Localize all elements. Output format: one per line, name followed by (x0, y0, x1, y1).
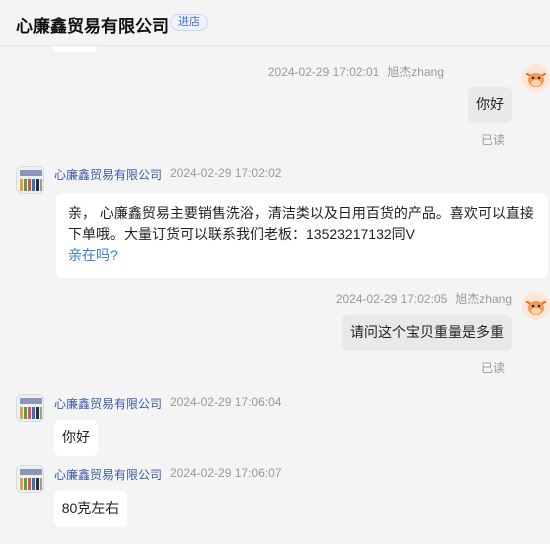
sender-name: 旭杰zhang (455, 292, 512, 306)
shop-logo-icon (17, 395, 43, 421)
shop-sender-name[interactable]: 心廉鑫贸易有限公司 (54, 395, 162, 412)
quick-reply-link[interactable]: 亲在吗? (68, 245, 536, 266)
user-avatar[interactable] (522, 64, 550, 92)
read-status: 已读 (481, 361, 506, 375)
shop-logo-icon (17, 466, 43, 492)
message-text: 亲， 心廉鑫贸易主要销售洗浴，清洁类以及日用百货的产品。喜欢可以直接下单哦。大量… (68, 205, 534, 242)
message-time: 2024-02-29 17:06:04 (170, 395, 282, 409)
message-meta: 2024-02-29 17:02:05 旭杰zhang (336, 290, 512, 307)
previous-message-bubble (53, 46, 97, 52)
enter-shop-button[interactable]: 进店 (170, 14, 208, 31)
my-message-bubble[interactable]: 你好 (468, 87, 512, 123)
shop-message-bubble[interactable]: 80克左右 (54, 491, 127, 527)
message-time: 2024-02-29 17:02:02 (170, 166, 282, 180)
chat-header: 心廉鑫贸易有限公司 进店 (0, 0, 550, 46)
shop-message-bubble[interactable]: 你好 (54, 420, 98, 456)
user-avatar[interactable] (522, 292, 550, 320)
message-meta: 2024-02-29 17:02:01 旭杰zhang (268, 63, 444, 80)
shop-sender-name[interactable]: 心廉鑫贸易有限公司 (54, 166, 162, 183)
my-message-bubble[interactable]: 请问这个宝贝重量是多重 (342, 315, 512, 351)
shop-avatar[interactable] (16, 465, 44, 493)
shop-sender-name[interactable]: 心廉鑫贸易有限公司 (54, 466, 162, 483)
cow-avatar-icon (522, 64, 550, 92)
shop-avatar[interactable] (16, 394, 44, 422)
shop-logo-icon (17, 167, 43, 193)
cow-avatar-icon (522, 292, 550, 320)
message-time: 2024-02-29 17:06:07 (170, 466, 282, 480)
sender-name: 旭杰zhang (387, 65, 444, 79)
shop-avatar[interactable] (16, 166, 44, 194)
message-time: 2024-02-29 17:02:05 (335, 292, 448, 306)
message-time: 2024-02-29 17:02:01 (267, 65, 380, 79)
shop-message-bubble[interactable]: 亲， 心廉鑫贸易主要销售洗浴，清洁类以及日用百货的产品。喜欢可以直接下单哦。大量… (56, 193, 548, 278)
read-status: 已读 (481, 133, 506, 147)
shop-title: 心廉鑫贸易有限公司 (16, 17, 169, 36)
